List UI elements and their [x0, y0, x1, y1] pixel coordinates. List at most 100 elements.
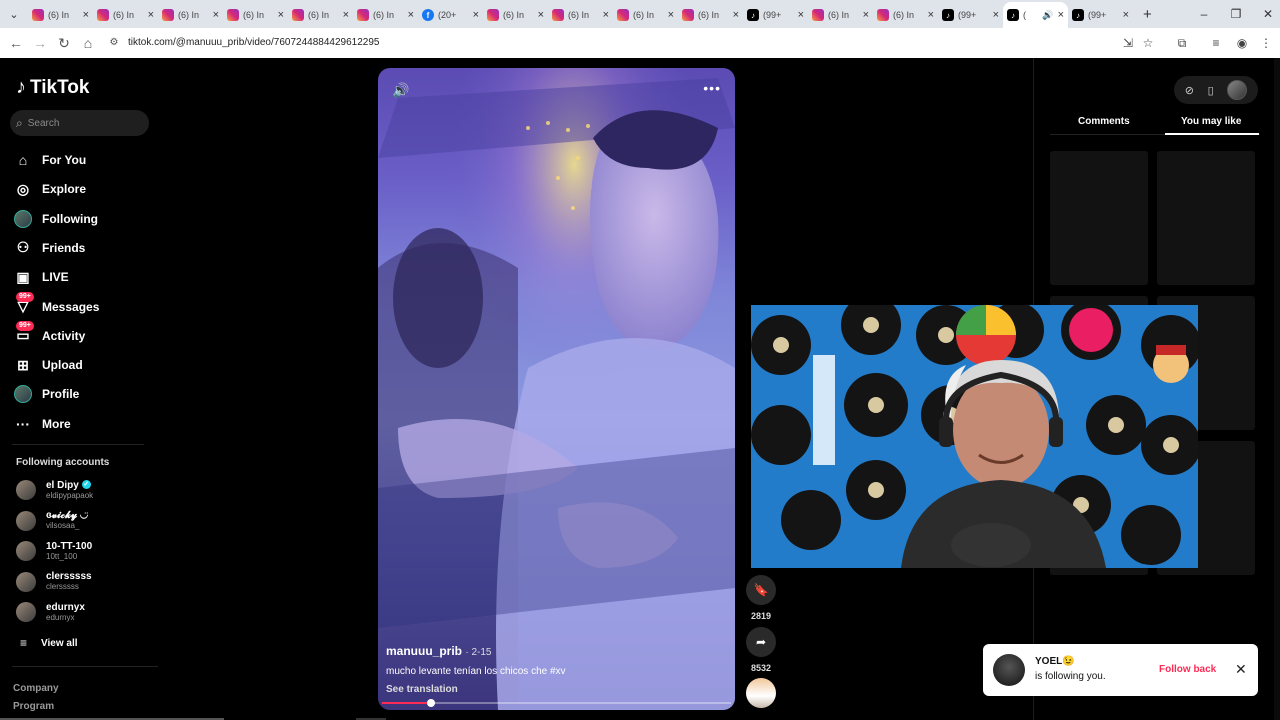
forward-icon[interactable]: →	[28, 31, 52, 55]
tab-close-icon[interactable]: ×	[733, 9, 739, 21]
sidebar-item-more[interactable]: ··· More	[14, 411, 154, 437]
share-button[interactable]: ➦	[746, 627, 776, 657]
browser-tab[interactable]: (6) In ×	[873, 2, 938, 28]
sidebar-item-friends[interactable]: ⚇ Friends	[14, 235, 154, 261]
close-window-icon[interactable]: ✕	[1252, 0, 1280, 28]
browser-tab[interactable]: (6) In ×	[93, 2, 158, 28]
author-username[interactable]: manuuu_prib	[386, 644, 462, 658]
footer-link-company[interactable]: Company	[13, 680, 59, 698]
view-all-button[interactable]: ≡ View all	[20, 636, 78, 650]
video-progress-bar[interactable]	[382, 699, 731, 707]
tab-audio-icon[interactable]: 🔊	[1042, 10, 1053, 21]
tab-close-icon[interactable]: ×	[798, 9, 804, 21]
progress-knob[interactable]	[426, 699, 435, 707]
browser-tab[interactable]: (6) In ×	[613, 2, 678, 28]
browser-tab[interactable]: f (20+ ×	[418, 2, 483, 28]
user-avatar[interactable]	[1227, 80, 1248, 100]
sidebar-item-messages[interactable]: ▽ 99+ Messages	[14, 291, 154, 320]
tiktok-logo[interactable]: ♪ TikTok	[16, 76, 89, 99]
tab-close-icon[interactable]: ×	[668, 9, 674, 21]
home-button-icon[interactable]: ⌂	[76, 31, 100, 55]
sidebar-item-for-you[interactable]: ⌂ For You	[14, 147, 154, 173]
following-account-item[interactable]: el Dipy ✓ eldipypapaok	[16, 476, 156, 504]
browser-tab[interactable]: ♪ (🔊 ×	[1003, 2, 1068, 28]
back-icon[interactable]: ←	[4, 31, 28, 55]
tab-close-icon[interactable]: ×	[863, 9, 869, 21]
tab-close-icon[interactable]: ×	[473, 9, 479, 21]
tab-close-icon[interactable]: ×	[213, 9, 219, 21]
extensions-icon[interactable]: ⧉	[1172, 33, 1192, 53]
tab-close-icon[interactable]: ×	[408, 9, 414, 21]
account-text: edurnyx edurnyx	[46, 602, 85, 623]
see-translation-link[interactable]: See translation	[386, 684, 458, 695]
browser-tab[interactable]: ♪ (99+ ×	[743, 2, 808, 28]
account-username: 10tt_100	[46, 551, 78, 561]
coin-icon[interactable]: ⊘	[1185, 84, 1194, 97]
tab-close-icon[interactable]: ×	[83, 9, 89, 21]
restore-icon[interactable]: ❐	[1220, 0, 1252, 28]
tab-close-icon[interactable]: ×	[1058, 9, 1064, 21]
volume-icon[interactable]: 🔊	[392, 82, 409, 99]
sidebar-item-explore[interactable]: ◎ Explore	[14, 176, 154, 202]
suggested-video-card[interactable]	[1050, 151, 1148, 285]
browser-tab[interactable]: (6) In ×	[483, 2, 548, 28]
browser-tab[interactable]: (6) In ×	[548, 2, 613, 28]
avatar	[14, 209, 32, 228]
minimize-icon[interactable]: –	[1188, 0, 1220, 28]
browser-tab[interactable]: (6) In ×	[158, 2, 223, 28]
following-account-item[interactable]: clersssss clersssss	[16, 568, 156, 596]
browser-tab[interactable]: ♪ (99+ ×	[1068, 2, 1133, 28]
tab-close-icon[interactable]: ×	[928, 9, 934, 21]
video-player[interactable]: 🔊 ••• manuuu_prib · 2-15 mucho levante t…	[378, 68, 735, 710]
site-info-icon[interactable]: ⚙	[104, 37, 124, 48]
sidebar-item-live[interactable]: ▣ LIVE	[14, 264, 154, 290]
sidebar-item-upload[interactable]: ⊞ Upload	[14, 352, 154, 378]
browser-tab[interactable]: ♪ (99+ ×	[938, 2, 1003, 28]
browser-tab[interactable]: (6) In ×	[353, 2, 418, 28]
sidebar-item-following[interactable]: Following	[14, 206, 154, 232]
follower-avatar[interactable]	[993, 654, 1025, 686]
following-account-item[interactable]: edurnyx edurnyx	[16, 598, 156, 626]
browser-tab[interactable]: (6) In ×	[28, 2, 93, 28]
tab-close-icon[interactable]: ×	[1123, 9, 1129, 21]
reload-icon[interactable]: ↻	[52, 31, 76, 55]
sidebar-item-activity[interactable]: ▭ 99+ Activity	[14, 320, 154, 349]
address-bar[interactable]: ⚙ tiktok.com/@manuuu_prib/video/76072448…	[104, 30, 1164, 55]
close-icon[interactable]: ✕	[1235, 661, 1247, 678]
bookmark-star-icon[interactable]: ☆	[1138, 33, 1158, 53]
browser-tab[interactable]: (6) In ×	[223, 2, 288, 28]
search-box[interactable]: ⌕	[10, 110, 149, 136]
install-app-icon[interactable]: ⇲	[1118, 33, 1138, 53]
browser-tab[interactable]: (6) In ×	[678, 2, 743, 28]
suggested-video-card[interactable]	[1157, 151, 1255, 285]
follow-back-button[interactable]: Follow back	[1159, 664, 1216, 675]
browser-tab[interactable]: (6) In ×	[288, 2, 353, 28]
tab-close-icon[interactable]: ×	[343, 9, 349, 21]
tab-search-icon[interactable]: ⌄	[3, 3, 25, 25]
following-account-item[interactable]: 10-TT-100 10tt_100	[16, 537, 156, 565]
save-button[interactable]: 🔖	[746, 575, 776, 605]
search-input[interactable]	[27, 117, 138, 129]
upload-icon: ⊞	[17, 356, 29, 373]
tab-close-icon[interactable]: ×	[148, 9, 154, 21]
browser-tab[interactable]: (6) In ×	[808, 2, 873, 28]
more-options-icon[interactable]: •••	[703, 80, 721, 96]
tab-close-icon[interactable]: ×	[993, 9, 999, 21]
new-tab-icon[interactable]: +	[1143, 6, 1152, 23]
sound-disc-avatar[interactable]	[746, 678, 776, 708]
tab-close-icon[interactable]: ×	[538, 9, 544, 21]
sidebar-item-profile[interactable]: Profile	[14, 381, 154, 407]
tab-comments[interactable]: Comments	[1078, 116, 1130, 127]
profile-icon[interactable]: ◉	[1232, 33, 1252, 53]
menu-kebab-icon[interactable]: ⋮	[1256, 33, 1276, 53]
tab-close-icon[interactable]: ×	[278, 9, 284, 21]
following-account-item[interactable]: ɞ𝓿𝓲𝓬𝓴𝔂 ◡̈ vilsosaa_	[16, 507, 156, 535]
account-username: vilsosaa_	[46, 521, 80, 531]
device-icon[interactable]: ▯	[1208, 84, 1214, 97]
tab-close-icon[interactable]: ×	[603, 9, 609, 21]
tab-you-may-like[interactable]: You may like	[1181, 116, 1241, 127]
footer-link-program[interactable]: Program	[13, 698, 59, 716]
media-control-icon[interactable]: ≡	[1206, 33, 1226, 53]
sidebar-item-label: Profile	[42, 387, 80, 402]
page-scrollbar[interactable]	[1274, 58, 1280, 720]
